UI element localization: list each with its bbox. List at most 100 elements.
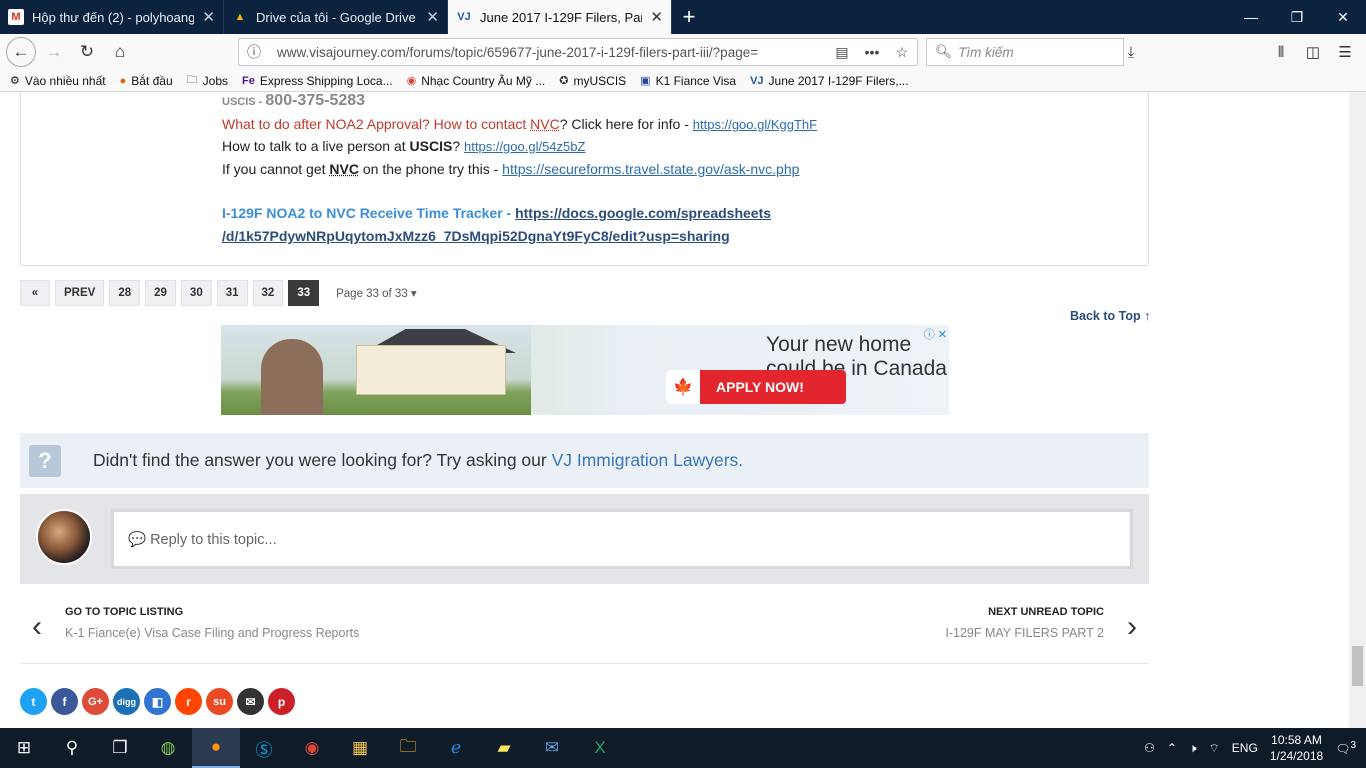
- nvc-phone-line: If you cannot get NVC on the phone try t…: [222, 161, 800, 177]
- chevron-left-icon[interactable]: ‹: [32, 610, 42, 644]
- tracker-link[interactable]: https://docs.google.com/spreadsheets: [515, 205, 771, 221]
- bookmark-fedex[interactable]: Fe Express Shipping Loca...: [242, 74, 393, 88]
- email-icon[interactable]: ✉: [237, 688, 264, 715]
- bookmark-k1-fiance[interactable]: ▣ K1 Fiance Visa: [640, 74, 736, 88]
- firefox-icon[interactable]: ●: [192, 728, 240, 768]
- google-plus-icon[interactable]: G+: [82, 688, 109, 715]
- ad-choices-icon[interactable]: ⓘ ✕: [924, 326, 947, 342]
- back-to-top-link[interactable]: Back to Top ↑: [1070, 309, 1150, 323]
- first-page-button[interactable]: «: [20, 280, 50, 306]
- tray-chevron-icon[interactable]: ⌃: [1167, 741, 1177, 755]
- chevron-right-icon[interactable]: ›: [1127, 610, 1137, 644]
- reload-button[interactable]: ↻: [72, 37, 102, 67]
- volume-icon[interactable]: 🕨: [1189, 741, 1197, 756]
- pinterest-icon[interactable]: p: [268, 688, 295, 715]
- delicious-icon[interactable]: ◧: [144, 688, 171, 715]
- digg-icon[interactable]: digg: [113, 688, 140, 715]
- toolbar-right: ⤓ ⫴ ◫ ☰: [1128, 38, 1358, 66]
- page-30-button[interactable]: 30: [180, 280, 212, 306]
- canada-ad-banner[interactable]: Your new home could be in Canada 🍁 APPLY…: [221, 325, 949, 415]
- ask-lawyers-text: Didn't find the answer you were looking …: [93, 450, 744, 470]
- page-28-button[interactable]: 28: [109, 280, 141, 306]
- search-icon[interactable]: ⚲: [48, 728, 96, 768]
- reader-view-icon[interactable]: ▤: [827, 44, 857, 61]
- noa2-info-link[interactable]: https://goo.gl/KggThF: [693, 117, 817, 132]
- next-unread-topic-link[interactable]: NEXT UNREAD TOPIC: [988, 606, 1104, 618]
- ad-house: [356, 345, 506, 395]
- page-29-button[interactable]: 29: [145, 280, 176, 306]
- bookmark-myuscis[interactable]: ✪ myUSCIS: [559, 74, 626, 88]
- minimize-icon[interactable]: —: [1228, 0, 1274, 34]
- library-icon[interactable]: ⫴: [1268, 38, 1294, 66]
- clock[interactable]: 10:58 AM 1/24/2018: [1270, 732, 1323, 764]
- store-icon[interactable]: ▦: [336, 728, 384, 768]
- ask-nvc-link[interactable]: https://secureforms.travel.state.gov/ask…: [502, 161, 799, 177]
- url-bar[interactable]: ⓘ www.visajourney.com/forums/topic/65967…: [238, 38, 918, 66]
- page-32-button[interactable]: 32: [252, 280, 284, 306]
- new-tab-button[interactable]: +: [672, 0, 706, 34]
- wifi-icon[interactable]: ⌔: [1209, 741, 1220, 756]
- tab-drive[interactable]: ▲ Drive của tôi - Google Drive ✕: [224, 0, 448, 34]
- close-window-icon[interactable]: ✕: [1320, 0, 1366, 34]
- chrome-icon[interactable]: ◉: [288, 728, 336, 768]
- uscis-contact-link[interactable]: https://goo.gl/54z5bZ: [464, 139, 585, 154]
- uscis-contact-line: How to talk to a live person at USCIS? h…: [222, 138, 586, 154]
- file-explorer-icon[interactable]: 🗀: [384, 728, 432, 768]
- page-actions-icon[interactable]: •••: [857, 44, 887, 60]
- windows-start-icon[interactable]: ⊞: [0, 728, 48, 768]
- page-31-button[interactable]: 31: [216, 280, 248, 306]
- back-button[interactable]: ←: [6, 37, 36, 67]
- page-jump-dropdown[interactable]: Page 33 of 33 ▾: [336, 286, 417, 300]
- page-scrollbar[interactable]: [1349, 92, 1366, 728]
- bookmark-jobs[interactable]: 🗀 Jobs: [187, 71, 228, 90]
- tab-visajourney[interactable]: VJ June 2017 I-129F Filers, Part III - ✕: [448, 0, 672, 34]
- stumbleupon-icon[interactable]: su: [206, 688, 233, 715]
- browser-tab-bar: M Hộp thư đến (2) - polyhoang10 ✕ ▲ Driv…: [0, 0, 1366, 34]
- twitter-icon[interactable]: t: [20, 688, 47, 715]
- bookmarks-bar: ⚙ Vào nhiều nhất ● Bắt đầu 🗀 Jobs Fe Express…: [0, 70, 1366, 92]
- search-input[interactable]: 🔍︎ Tìm kiếm: [926, 38, 1124, 66]
- reply-input[interactable]: 💬 Reply to this topic...: [111, 509, 1133, 569]
- vj-lawyers-link[interactable]: VJ Immigration Lawyers.: [552, 450, 744, 470]
- bookmark-nhac-country[interactable]: ◉ Nhạc Country Âu Mỹ ...: [407, 74, 546, 88]
- reddit-icon[interactable]: r: [175, 688, 202, 715]
- tab-title: June 2017 I-129F Filers, Part III -: [480, 9, 642, 25]
- skype-icon[interactable]: Ⓢ: [240, 728, 288, 768]
- apply-now-button[interactable]: 🍁 APPLY NOW!: [666, 370, 846, 404]
- page-33-button[interactable]: 33: [288, 280, 320, 306]
- language-indicator[interactable]: ENG: [1232, 741, 1258, 755]
- app-icon[interactable]: ◍: [144, 728, 192, 768]
- restore-icon[interactable]: ❐: [1274, 0, 1320, 34]
- close-icon[interactable]: ✕: [650, 8, 663, 26]
- close-icon[interactable]: ✕: [426, 8, 439, 26]
- menu-icon[interactable]: ☰: [1332, 38, 1358, 66]
- scrollbar-thumb[interactable]: [1352, 646, 1363, 686]
- tracker-link-cont[interactable]: /d/1k57PdywNRpUqytomJxMzz6_7DsMqpi52Dgna…: [222, 228, 730, 244]
- excel-icon[interactable]: X: [576, 728, 624, 768]
- sticky-notes-icon[interactable]: ▰: [480, 728, 528, 768]
- topic-listing-title[interactable]: K-1 Fiance(e) Visa Case Filing and Progr…: [65, 626, 359, 640]
- bookmark-june-2017[interactable]: VJ June 2017 I-129F Filers,...: [750, 74, 909, 88]
- sidebar-icon[interactable]: ◫: [1300, 38, 1326, 66]
- bookmark-star-icon[interactable]: ☆: [887, 44, 917, 61]
- tab-title: Hộp thư đến (2) - polyhoang10: [32, 9, 195, 25]
- forward-button[interactable]: →: [39, 37, 69, 67]
- avatar: [36, 509, 92, 565]
- thunderbird-icon[interactable]: ✉: [528, 728, 576, 768]
- info-icon[interactable]: ⓘ: [239, 42, 269, 62]
- bookmark-getting-started[interactable]: ● Bắt đầu: [120, 74, 173, 88]
- people-icon[interactable]: ⚇: [1144, 741, 1155, 755]
- download-icon[interactable]: ⤓: [1118, 38, 1144, 66]
- close-icon[interactable]: ✕: [202, 8, 215, 26]
- prev-page-button[interactable]: PREV: [55, 280, 105, 306]
- page-content: USCIS - 800-375-5283 What to do after NO…: [0, 92, 1366, 728]
- notification-icon[interactable]: 🗨3: [1335, 740, 1356, 756]
- bookmark-most-visited[interactable]: ⚙ Vào nhiều nhất: [10, 74, 106, 88]
- home-button[interactable]: ⌂: [105, 37, 135, 67]
- task-view-icon[interactable]: ❐: [96, 728, 144, 768]
- next-topic-title[interactable]: I-129F MAY FILERS PART 2: [945, 626, 1104, 640]
- tab-gmail[interactable]: M Hộp thư đến (2) - polyhoang10 ✕: [0, 0, 224, 34]
- facebook-icon[interactable]: f: [51, 688, 78, 715]
- edge-icon[interactable]: ℯ: [432, 728, 480, 768]
- go-to-topic-listing-link[interactable]: GO TO TOPIC LISTING: [65, 606, 183, 618]
